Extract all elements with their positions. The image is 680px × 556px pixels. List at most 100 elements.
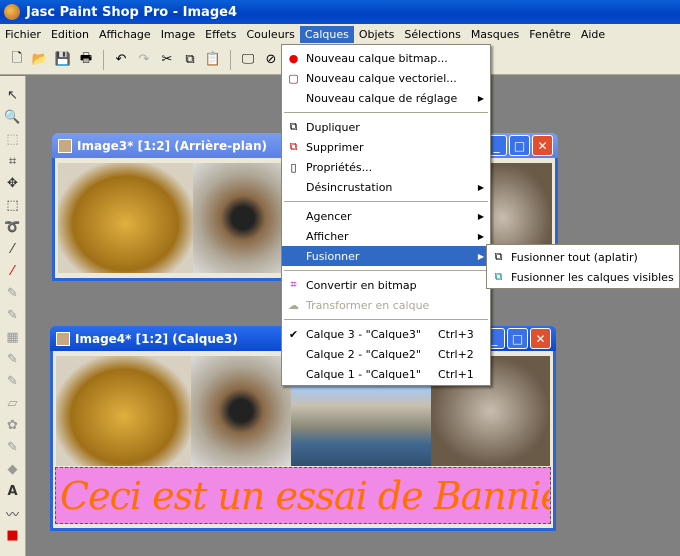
menu-item-agencer[interactable]: Agencer ▶ [282, 206, 490, 226]
image-icon [56, 331, 70, 346]
shape-tool-icon[interactable]: ■ [4, 526, 22, 545]
lasso-tool-icon[interactable]: ➰ [4, 218, 22, 237]
airbrush-icon[interactable]: ✎ [4, 438, 22, 457]
close-button[interactable]: ✕ [530, 328, 551, 349]
menu-item-desincrustation[interactable]: Désincrustation ▶ [282, 177, 490, 197]
submenu-arrow-icon: ▶ [477, 231, 484, 241]
move-tool-icon[interactable]: ✥ [4, 174, 22, 193]
submenu-arrow-icon: ▶ [477, 93, 484, 103]
redo-icon[interactable]: ↷ [135, 51, 153, 69]
retouch-tool-icon[interactable]: ✎ [4, 350, 22, 369]
menu-item-new-adjustment-layer[interactable]: Nouveau calque de réglage ▶ [282, 88, 490, 108]
moon-cat-photo [193, 163, 293, 273]
menu-item-calque2[interactable]: Calque 2 - "Calque2" Ctrl+2 [282, 344, 490, 364]
submenu-arrow-icon: ▶ [477, 182, 484, 192]
cut-icon[interactable]: ✂ [158, 51, 176, 69]
submenu-arrow-icon: ▶ [477, 251, 484, 261]
menu-item-convert-bitmap[interactable]: ⌗ Convertir en bitmap [282, 275, 490, 295]
menu-item-fusionner[interactable]: Fusionner ▶ [282, 246, 490, 266]
image3-title: Image3* [1:2] (Arrière-plan) [77, 138, 267, 153]
new-bitmap-layer-icon: ● [288, 51, 299, 65]
arrow-tool-icon[interactable]: ↖ [4, 86, 22, 105]
delete-icon: ⧉ [289, 140, 298, 153]
no-icon[interactable]: ⊘ [262, 51, 280, 69]
menu-separator [284, 112, 488, 113]
convert-icon: ⌗ [290, 278, 297, 291]
clone-tool-icon[interactable]: ✎ [4, 306, 22, 325]
menu-aide[interactable]: Aide [576, 26, 610, 43]
menu-effets[interactable]: Effets [200, 26, 241, 43]
menu-item-properties[interactable]: ▯ Propriétés... [282, 157, 490, 177]
tool-palette: ↖ 🔍 ⬚ ⌗ ✥ ⬚ ➰ ⁄ ⁄ ✎ ✎ ▦ ✎ ✎ ▱ ✿ ✎ ◆ A 〰 … [0, 76, 26, 556]
menu-edition[interactable]: Edition [46, 26, 94, 43]
print-icon[interactable]: 🖶 [77, 51, 95, 69]
menu-item-calque3[interactable]: ✔ Calque 3 - "Calque3" Ctrl+3 [282, 324, 490, 344]
menu-affichage[interactable]: Affichage [94, 26, 156, 43]
close-button[interactable]: ✕ [532, 135, 553, 156]
menu-selections[interactable]: Sélections [399, 26, 465, 43]
image-icon [58, 138, 72, 153]
toolbar-separator [230, 49, 231, 70]
menu-image[interactable]: Image [156, 26, 200, 43]
menu-item-delete[interactable]: ⧉ Supprimer [282, 137, 490, 157]
transform-icon: ☁ [288, 298, 299, 312]
copy-icon[interactable]: ⧉ [181, 51, 199, 69]
text-tool-icon[interactable]: A [4, 482, 22, 501]
check-icon: ✔ [288, 327, 299, 341]
menu-fichier[interactable]: Fichier [0, 26, 46, 43]
new-vector-layer-icon: ▢ [288, 71, 299, 85]
line-tool-icon[interactable]: 〰 [4, 504, 22, 523]
menu-couleurs[interactable]: Couleurs [241, 26, 299, 43]
menu-item-transform-layer: ☁ Transformer en calque [288, 298, 430, 312]
dropper-icon[interactable]: ⁄ [4, 262, 22, 281]
menu-separator [284, 270, 488, 271]
menu-item-duplicate[interactable]: ⧉ Dupliquer [282, 117, 490, 137]
scratch-tool-icon[interactable]: ✎ [4, 372, 22, 391]
zoom-tool-icon[interactable]: 🔍 [4, 108, 22, 127]
menu-item-merge-visible[interactable]: ⧉ Fusionner les calques visibles [487, 267, 679, 287]
brush-tool-icon[interactable]: ✎ [4, 284, 22, 303]
moon-cat-photo [191, 356, 291, 466]
menu-item-new-vector-layer[interactable]: ▢ Nouveau calque vectoriel... [282, 68, 490, 88]
replace-tool-icon[interactable]: ▦ [4, 328, 22, 347]
new-icon[interactable]: 🗋 [8, 51, 26, 69]
menu-separator [284, 319, 488, 320]
shell-photo [56, 356, 191, 466]
image4-title: Image4* [1:2] (Calque3) [75, 331, 238, 346]
menu-masques[interactable]: Masques [466, 26, 524, 43]
menu-objets[interactable]: Objets [354, 26, 400, 43]
app-title-bar: Jasc Paint Shop Pro - Image4 [0, 0, 680, 24]
save-icon[interactable]: 💾 [54, 51, 72, 69]
undo-icon[interactable]: ↶ [112, 51, 130, 69]
properties-icon: ▯ [290, 160, 297, 174]
deform-tool-icon[interactable]: ⬚ [4, 130, 22, 149]
app-icon [4, 4, 20, 20]
menu-separator [284, 201, 488, 202]
menu-calques[interactable]: Calques [299, 26, 354, 43]
menu-item-new-bitmap-layer[interactable]: ● Nouveau calque bitmap... [282, 48, 490, 68]
menu-item-afficher[interactable]: Afficher ▶ [282, 226, 490, 246]
maximize-button[interactable]: □ [509, 135, 530, 156]
open-icon[interactable]: 📂 [31, 51, 49, 69]
menu-fenetre[interactable]: Fenêtre [524, 26, 576, 43]
duplicate-icon: ⧉ [289, 120, 298, 133]
magic-wand-icon[interactable]: ⁄ [4, 240, 22, 259]
screen-icon[interactable]: 🖵 [239, 51, 257, 69]
shell-photo [58, 163, 193, 273]
banner-text-layer[interactable]: Ceci est un essai de Bannière [55, 467, 551, 524]
merge-visible-icon: ⧉ [494, 270, 503, 283]
toolbar-separator [103, 49, 104, 70]
merge-all-icon: ⧉ [494, 250, 503, 263]
fusionner-submenu: ⧉ Fusionner tout (aplatir) ⧉ Fusionner les… [486, 244, 680, 289]
eraser-tool-icon[interactable]: ▱ [4, 394, 22, 413]
fill-tool-icon[interactable]: ◆ [4, 460, 22, 479]
submenu-arrow-icon: ▶ [477, 211, 484, 221]
menu-item-calque1[interactable]: Calque 1 - "Calque1" Ctrl+1 [282, 364, 490, 384]
selection-tool-icon[interactable]: ⬚ [4, 196, 22, 215]
paste-icon[interactable]: 📋 [204, 51, 222, 69]
app-title: Jasc Paint Shop Pro - Image4 [26, 4, 238, 20]
crop-tool-icon[interactable]: ⌗ [4, 152, 22, 171]
picture-tube-icon[interactable]: ✿ [4, 416, 22, 435]
maximize-button[interactable]: □ [507, 328, 528, 349]
menu-item-merge-all[interactable]: ⧉ Fusionner tout (aplatir) [487, 247, 679, 267]
